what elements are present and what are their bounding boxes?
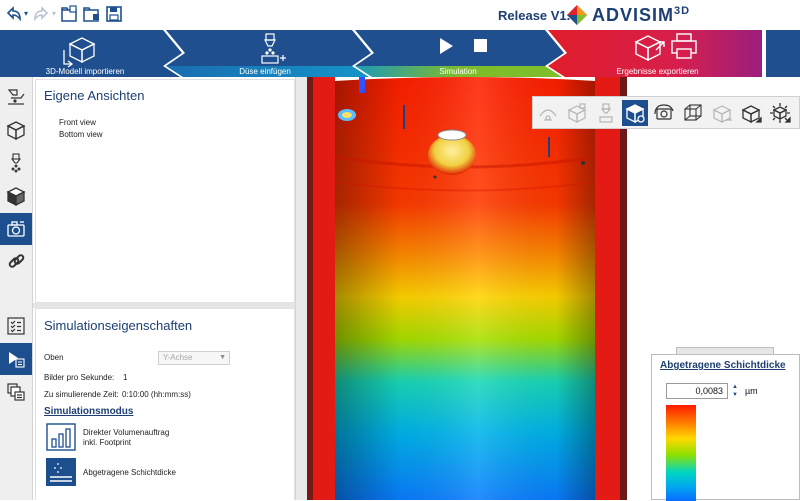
open-folder-icon[interactable] <box>60 4 80 24</box>
workflow-step-export[interactable] <box>548 30 762 66</box>
workflow-step-label: Ergebnisse exportieren <box>616 67 699 76</box>
top-bar: ▾ ▾ Release V1.6 ADVISIM3D <box>0 0 800 30</box>
simulation-properties-panel: Simulationseigenschaften Oben Y-Achse ▼ … <box>35 308 295 500</box>
camera-views-icon[interactable] <box>0 213 32 245</box>
layer-thickness-icon[interactable] <box>46 458 76 486</box>
save-icon[interactable] <box>104 4 124 24</box>
link-icon[interactable] <box>0 246 32 278</box>
mode-direct-volume-label[interactable]: Direkter Volumenauftrag inkl. Footprint <box>83 428 169 448</box>
legend-max-input[interactable]: 0,0083 <box>666 383 728 399</box>
save-folder-icon[interactable] <box>82 4 102 24</box>
fps-value[interactable]: 1 <box>123 373 127 382</box>
cube-arrow-icon[interactable] <box>709 100 735 126</box>
oben-select[interactable]: Y-Achse ▼ <box>158 351 230 365</box>
panel-title: Simulationseigenschaften <box>44 318 193 333</box>
volume-bars-icon[interactable] <box>46 423 76 451</box>
spinner-icon[interactable]: ▲ ▼ <box>729 383 741 399</box>
rotate-camera-icon[interactable] <box>651 100 677 126</box>
spray-path-icon[interactable] <box>535 100 561 126</box>
legend-color-bar <box>666 405 696 501</box>
panel-title: Eigene Ansichten <box>44 88 145 103</box>
legend-tab[interactable] <box>676 347 774 354</box>
legend-title: Abgetragene Schichtdicke <box>660 360 786 371</box>
view-item-front[interactable]: Front view <box>59 118 96 127</box>
wireframe-cube-icon[interactable] <box>680 100 706 126</box>
view-cube-active-icon[interactable] <box>622 100 648 126</box>
left-toolbar <box>0 77 33 500</box>
cube-icon[interactable] <box>0 114 32 146</box>
viewport-splitter[interactable] <box>295 77 307 500</box>
layer-properties-icon[interactable] <box>0 376 32 408</box>
workflow-step-label: Düse einfügen <box>239 67 291 76</box>
sim-time-label: Zu simulierende Zeit: <box>44 390 119 399</box>
workflow-step-import[interactable] <box>0 30 182 66</box>
redo-icon[interactable] <box>31 4 51 24</box>
play-properties-icon[interactable] <box>0 343 32 375</box>
nozzle-disabled-icon[interactable] <box>593 100 619 126</box>
advisim-logo-icon <box>567 5 587 25</box>
advisim-logo: ADVISIM3D <box>566 2 690 28</box>
shaded-cube-icon[interactable] <box>0 180 32 212</box>
custom-views-panel: Eigene Ansichten Front view Bottom view <box>35 79 295 303</box>
workflow-step-label: 3D-Modell importieren <box>45 67 125 76</box>
nozzle-cube-icon[interactable] <box>564 100 590 126</box>
undo-dropdown-icon[interactable]: ▾ <box>22 4 30 24</box>
redo-dropdown-icon[interactable]: ▾ <box>50 4 58 24</box>
view-toolbar <box>532 96 800 129</box>
oben-label: Oben <box>44 353 64 362</box>
workflow-step-label: Simulation <box>439 67 477 76</box>
cube-axes-icon[interactable] <box>738 100 764 126</box>
mode-layer-thickness-label[interactable]: Abgetragene Schichtdicke <box>83 468 176 478</box>
chevron-down-icon: ▼ <box>219 354 226 361</box>
cube-gear-icon[interactable] <box>767 100 793 126</box>
simulation-mode-title: Simulationsmodus <box>44 406 134 417</box>
undo-icon[interactable] <box>4 4 24 24</box>
nozzle-spray-icon[interactable] <box>0 147 32 179</box>
legend-unit: µm <box>745 386 758 396</box>
checklist-icon[interactable] <box>0 310 32 342</box>
color-legend: Abgetragene Schichtdicke 0,0083 ▲ ▼ µm <box>651 354 800 501</box>
view-item-bottom[interactable]: Bottom view <box>59 130 103 139</box>
fps-label: Bilder pro Sekunde: <box>44 373 115 382</box>
workflow-step-nozzle[interactable] <box>166 30 371 66</box>
brand-name: ADVISIM3D <box>592 4 691 25</box>
nozzle-path-icon[interactable] <box>0 81 32 113</box>
workflow-step-simulation[interactable] <box>355 30 564 66</box>
sim-time-value[interactable]: 0:10:00 (hh:mm:ss) <box>122 390 191 399</box>
